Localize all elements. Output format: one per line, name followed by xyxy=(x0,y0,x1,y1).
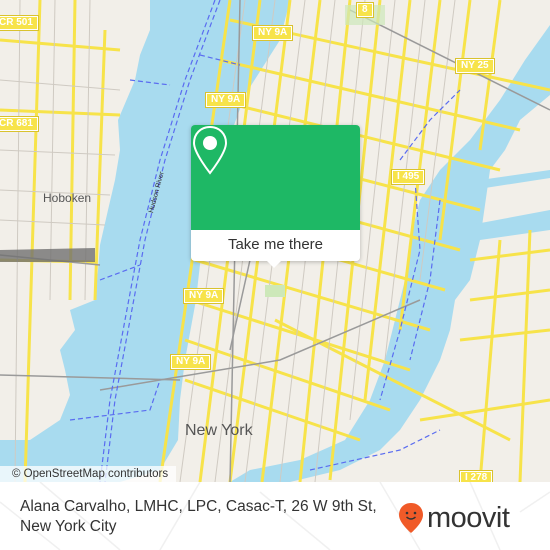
road-shield-ny9a: NY 9A xyxy=(169,354,212,370)
moovit-logo[interactable]: moovit xyxy=(398,502,510,534)
road-shield-i278: I 278 xyxy=(458,470,494,482)
road-shield-ny9a: NY 9A xyxy=(204,92,247,108)
location-popup: Take me there xyxy=(191,125,360,268)
creek-2 xyxy=(480,170,550,188)
footer: Alana Carvalho, LMHC, LPC, Casac-T, 26 W… xyxy=(0,482,550,550)
map-attribution[interactable]: © OpenStreetMap contributors xyxy=(0,466,177,482)
moovit-pin-icon xyxy=(399,503,423,533)
park-2 xyxy=(265,285,285,297)
road-shield-ny25: NY 25 xyxy=(455,58,495,74)
place-label-hoboken: Hoboken xyxy=(43,191,92,205)
popup-header xyxy=(191,125,360,230)
popup-tail xyxy=(265,259,283,268)
map-view[interactable]: CR 501 CR 681 NY 9A NY 9A NY 9A NY 9A 8 … xyxy=(0,0,550,482)
map-pin-icon xyxy=(192,125,228,175)
location-address: Alana Carvalho, LMHC, LPC, Casac-T, 26 W… xyxy=(20,498,377,535)
road-shield-cr501: CR 501 xyxy=(0,15,39,31)
hoboken-terminal xyxy=(0,248,95,262)
road-shield-ny9a: NY 9A xyxy=(182,288,225,304)
road-shield-ny9a: NY 9A xyxy=(251,25,294,41)
place-label-new-york: New York xyxy=(185,422,253,439)
take-me-there-button[interactable]: Take me there xyxy=(191,230,360,261)
moovit-wordmark: moovit xyxy=(427,502,510,534)
attribution-text[interactable]: © OpenStreetMap contributors xyxy=(12,468,168,480)
road-shield-i495: I 495 xyxy=(390,169,426,185)
road-shield-cr681: CR 681 xyxy=(0,116,39,132)
road-shield-8: 8 xyxy=(356,2,374,18)
